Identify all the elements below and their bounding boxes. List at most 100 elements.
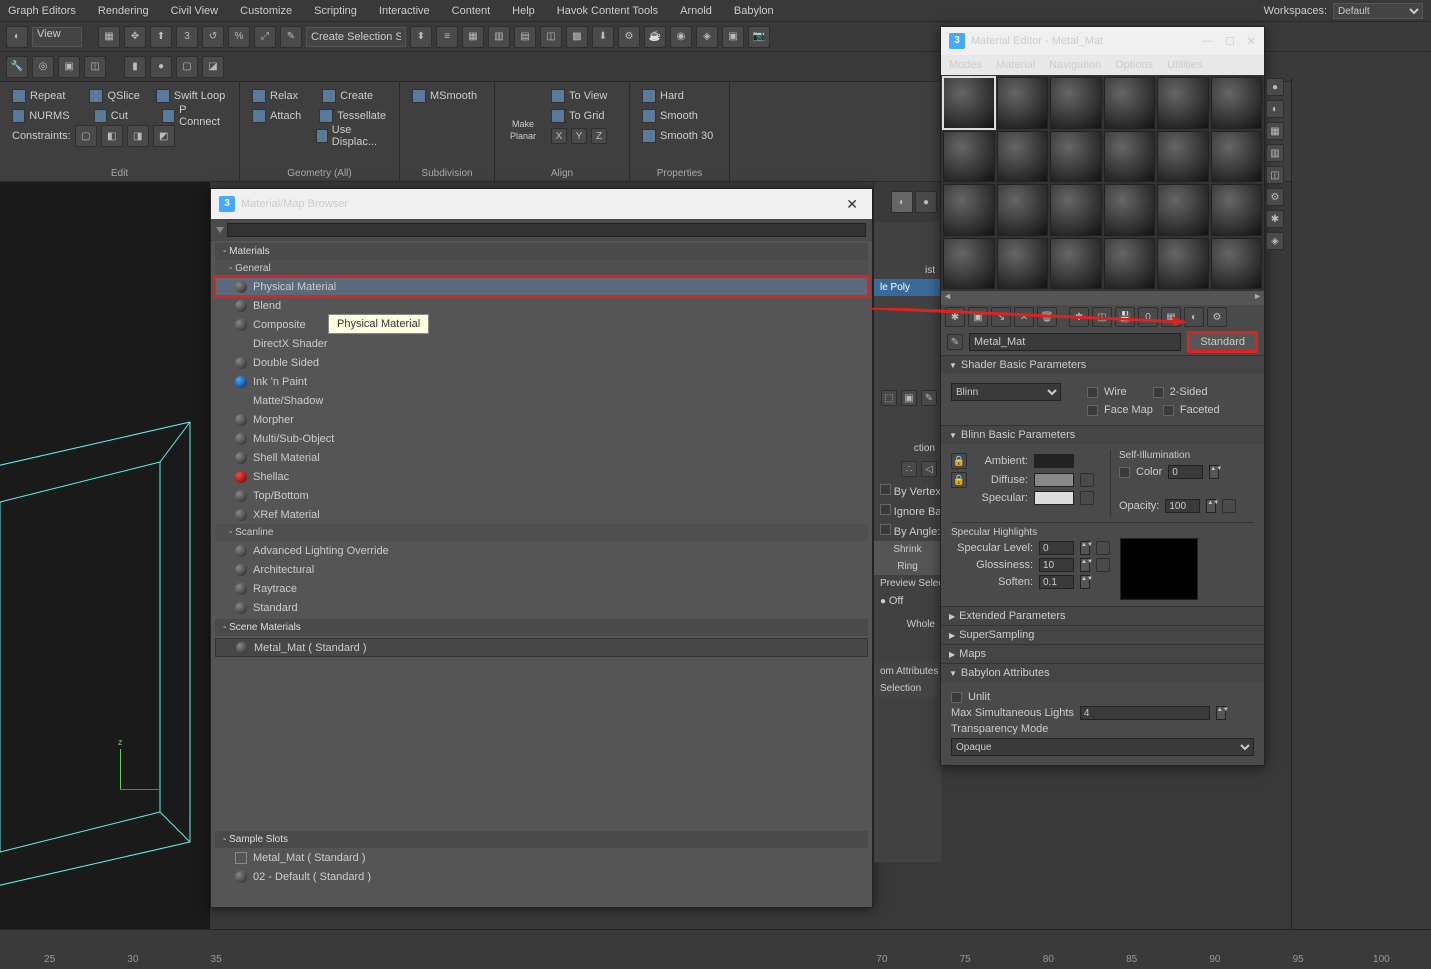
constraint-icon[interactable]: ▢ (75, 125, 97, 147)
material-item[interactable]: Standard (215, 598, 868, 617)
tool-icon[interactable]: ▥ (488, 26, 510, 48)
tool-icon[interactable]: ⬆ (150, 26, 172, 48)
tool-icon[interactable]: ● (150, 56, 172, 78)
close-icon[interactable]: ✕ (840, 196, 864, 213)
ambient-swatch[interactable] (1034, 454, 1074, 468)
usedispl-button[interactable]: Use Displac... (248, 126, 391, 146)
tool-icon[interactable]: ☕ (644, 26, 666, 48)
sample-slot[interactable] (1104, 238, 1156, 290)
workspaces-dropdown[interactable]: Default (1333, 3, 1423, 19)
maximize-icon[interactable]: ☐ (1225, 35, 1235, 48)
speclvl-spinner[interactable]: 0 (1039, 541, 1074, 555)
delete-icon[interactable]: 🗑 (1037, 307, 1057, 327)
spinner-arrows[interactable]: ▲▼ (1080, 575, 1090, 589)
refsys-icon[interactable]: ◐ (6, 26, 28, 48)
hard-button[interactable]: Hard (638, 86, 721, 106)
uv-icon[interactable]: ▥ (1266, 144, 1284, 162)
browser-search-input[interactable] (227, 223, 866, 237)
rollout-header[interactable]: ▼Blinn Basic Parameters (941, 426, 1264, 444)
browser-body[interactable]: - Materials - General Physical Material … (211, 241, 872, 907)
material-item[interactable]: Raytrace (215, 579, 868, 598)
map-button[interactable] (1080, 491, 1094, 505)
map-button[interactable] (1096, 558, 1110, 572)
toview-button[interactable]: To View (547, 86, 611, 106)
category-general[interactable]: - General (215, 260, 868, 277)
sample-slot[interactable] (997, 77, 1049, 129)
editable-poly-row[interactable]: le Poly (874, 279, 941, 296)
constraint-icon[interactable]: ◨ (127, 125, 149, 147)
material-item[interactable]: DirectX Shader (215, 334, 868, 353)
2sided-checkbox[interactable] (1153, 387, 1164, 398)
color-spinner[interactable]: 0 (1168, 465, 1203, 479)
slots-scrollbar[interactable] (941, 291, 1264, 305)
vertex-icon[interactable]: ∴ (901, 461, 917, 477)
tool-icon[interactable]: ◎ (32, 56, 54, 78)
command-panel[interactable] (1291, 78, 1431, 929)
sample-slot[interactable] (1104, 131, 1156, 183)
color-checkbox[interactable] (1119, 467, 1130, 478)
menu-item[interactable]: Babylon (734, 5, 774, 17)
tool-icon[interactable]: ▣ (722, 26, 744, 48)
rollout-header[interactable]: ▼Babylon Attributes (941, 664, 1264, 682)
options-icon[interactable]: ⚙ (1266, 188, 1284, 206)
spinner-arrows[interactable]: ▲▼ (1206, 499, 1216, 513)
tool-icon[interactable]: 3 (176, 26, 198, 48)
tool-icon[interactable]: ▣ (58, 56, 80, 78)
sample-slot[interactable] (997, 184, 1049, 236)
attach-button[interactable]: AttachTessellate (248, 106, 391, 126)
menu-item[interactable]: Rendering (98, 5, 149, 17)
smooth30-button[interactable]: Smooth 30 (638, 126, 721, 146)
shader-type-dropdown[interactable]: Blinn (951, 383, 1061, 401)
tool-icon[interactable]: 0 (1138, 307, 1158, 327)
msmooth-button[interactable]: MSmooth (408, 86, 486, 106)
x-button[interactable]: X (551, 128, 567, 144)
edge-icon[interactable]: ◁ (921, 461, 937, 477)
panel-icon[interactable]: ✎ (921, 390, 937, 406)
tool-icon[interactable]: ⚙ (618, 26, 640, 48)
menu-item[interactable]: Civil View (171, 5, 218, 17)
material-item[interactable]: XRef Material (215, 505, 868, 524)
togrid-button[interactable]: To Grid (547, 106, 611, 126)
sample-slot[interactable] (1157, 184, 1209, 236)
maxlights-spinner[interactable]: 4 (1080, 706, 1210, 720)
background-icon[interactable]: ▦ (1266, 122, 1284, 140)
sample-slot[interactable] (997, 131, 1049, 183)
nurms-button[interactable]: NURMSCutP Connect (8, 106, 231, 126)
rollout-header[interactable]: ▼Shader Basic Parameters (941, 356, 1264, 374)
map-button[interactable] (1080, 473, 1094, 487)
gloss-spinner[interactable]: 10 (1039, 558, 1074, 572)
tool-icon[interactable]: ✕ (1014, 307, 1034, 327)
z-button[interactable]: Z (591, 128, 607, 144)
panel-icon[interactable]: ● (915, 191, 937, 213)
menu-item[interactable]: Havok Content Tools (557, 5, 658, 17)
video-icon[interactable]: ◫ (1266, 166, 1284, 184)
material-physical[interactable]: Physical Material (215, 277, 868, 296)
category-sample-slots[interactable]: - Sample Slots (215, 831, 868, 848)
scene-material-item[interactable]: Metal_Mat ( Standard ) (215, 638, 868, 657)
material-name-input[interactable] (969, 333, 1181, 351)
menu-item[interactable]: Help (512, 5, 535, 17)
material-item[interactable]: Ink 'n Paint (215, 372, 868, 391)
makeplanar-icon[interactable] (509, 88, 537, 116)
selection-set-field[interactable] (306, 27, 406, 47)
tool-icon[interactable]: ▮ (124, 56, 146, 78)
sample-slot[interactable] (997, 238, 1049, 290)
sample-slot[interactable] (943, 131, 995, 183)
material-item[interactable]: Top/Bottom (215, 486, 868, 505)
material-item[interactable]: Blend (215, 296, 868, 315)
menu-item[interactable]: Content (452, 5, 491, 17)
menu-item[interactable]: Scripting (314, 5, 357, 17)
sample-slot[interactable] (1104, 184, 1156, 236)
wire-checkbox[interactable] (1087, 387, 1098, 398)
tool-icon[interactable]: ⤢ (254, 26, 276, 48)
menu-item[interactable]: Arnold (680, 5, 712, 17)
tool-icon[interactable]: 💾 (1115, 307, 1135, 327)
constraint-icon[interactable]: ◧ (101, 125, 123, 147)
sample-slot[interactable] (1157, 77, 1209, 129)
tool-icon[interactable]: ▣ (968, 307, 988, 327)
soften-spinner[interactable]: 0.1 (1039, 575, 1074, 589)
pick-icon[interactable]: ✎ (947, 334, 963, 350)
material-item[interactable]: Shellac (215, 467, 868, 486)
material-item[interactable]: Double Sided (215, 353, 868, 372)
tool-icon[interactable]: ▦ (1161, 307, 1181, 327)
